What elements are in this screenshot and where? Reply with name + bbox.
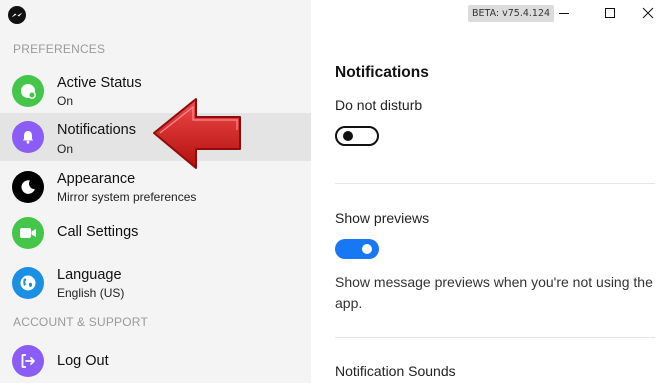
preferences-header: PREFERENCES (13, 42, 106, 56)
show-previews-description: Show message previews when you're not us… (335, 274, 653, 311)
sidebar-item-label: Notifications (57, 122, 136, 138)
sidebar-item-label: Call Settings (57, 224, 139, 240)
active-status-icon (12, 75, 44, 107)
bell-icon (12, 121, 44, 153)
globe-icon (12, 267, 44, 299)
close-button[interactable] (625, 0, 671, 28)
sidebar-item-sublabel: Mirror system preferences (57, 190, 197, 204)
sidebar: PREFERENCES Active Status On Notificatio… (0, 0, 311, 383)
divider (335, 183, 655, 184)
sidebar-item-sublabel: On (57, 142, 74, 156)
minimize-icon (559, 13, 569, 14)
sidebar-item-language[interactable]: Language English (US) (0, 259, 311, 307)
divider (335, 337, 655, 338)
sidebar-item-sublabel: On (57, 94, 74, 108)
minimize-button[interactable] (541, 0, 587, 28)
do-not-disturb-toggle[interactable] (335, 126, 379, 146)
video-camera-icon (12, 217, 44, 249)
toggle-knob (362, 244, 372, 254)
annotation-arrow-icon (153, 98, 241, 169)
page-title: Notifications (335, 64, 429, 81)
sidebar-item-label: Language (57, 267, 122, 283)
show-previews-toggle[interactable] (335, 239, 379, 259)
close-icon (642, 7, 654, 19)
moon-icon (12, 171, 44, 203)
notification-sounds-label: Notification Sounds (335, 363, 456, 379)
sidebar-item-label: Log Out (57, 353, 109, 369)
sidebar-item-log-out[interactable]: Log Out (0, 337, 311, 385)
sidebar-item-sublabel: English (US) (57, 286, 125, 300)
messenger-logo-icon (8, 6, 26, 24)
sidebar-item-call-settings[interactable]: Call Settings (0, 209, 311, 257)
logout-icon (12, 345, 44, 377)
sidebar-item-label: Active Status (57, 75, 142, 91)
show-previews-label: Show previews (335, 210, 430, 226)
toggle-knob (343, 131, 353, 141)
sidebar-item-label: Appearance (57, 171, 136, 187)
account-support-header: ACCOUNT & SUPPORT (13, 315, 148, 329)
do-not-disturb-label: Do not disturb (335, 97, 423, 113)
